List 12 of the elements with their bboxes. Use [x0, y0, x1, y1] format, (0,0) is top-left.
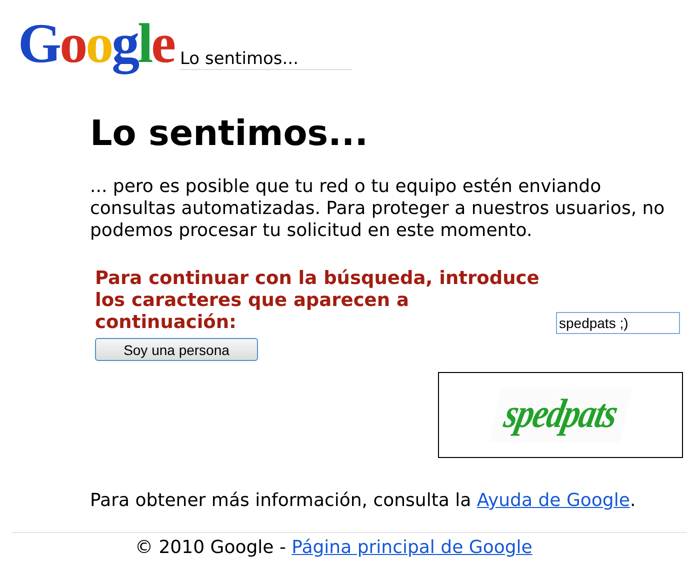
page-title: Lo sentimos...: [180, 49, 352, 70]
google-logo: Google: [18, 14, 174, 74]
submit-button[interactable]: Soy una persona: [95, 338, 258, 361]
help-text: Para obtener más información, consulta la Ayuda de Google.: [90, 490, 637, 511]
footer-text: © 2010 Google - Página principal de Google: [135, 537, 534, 558]
answer-field[interactable]: spedpats ;): [556, 312, 680, 334]
prompt-text: Para continuar con la búsqueda, introduce los caracteres que aparecen a continuación:: [95, 268, 540, 334]
heading: Lo sentimos...: [90, 114, 369, 154]
home-link[interactable]: Página principal de Google: [292, 537, 532, 558]
captcha-text: spedpats: [489, 387, 632, 443]
message-text: ... pero es posible que tu red o tu equipo estén enviando consultas automatizadas. Para proteger a nuestros usuarios, no podemos procesar tu solicitud en este momento.: [90, 176, 665, 242]
help-link[interactable]: Ayuda de Google: [476, 490, 630, 511]
